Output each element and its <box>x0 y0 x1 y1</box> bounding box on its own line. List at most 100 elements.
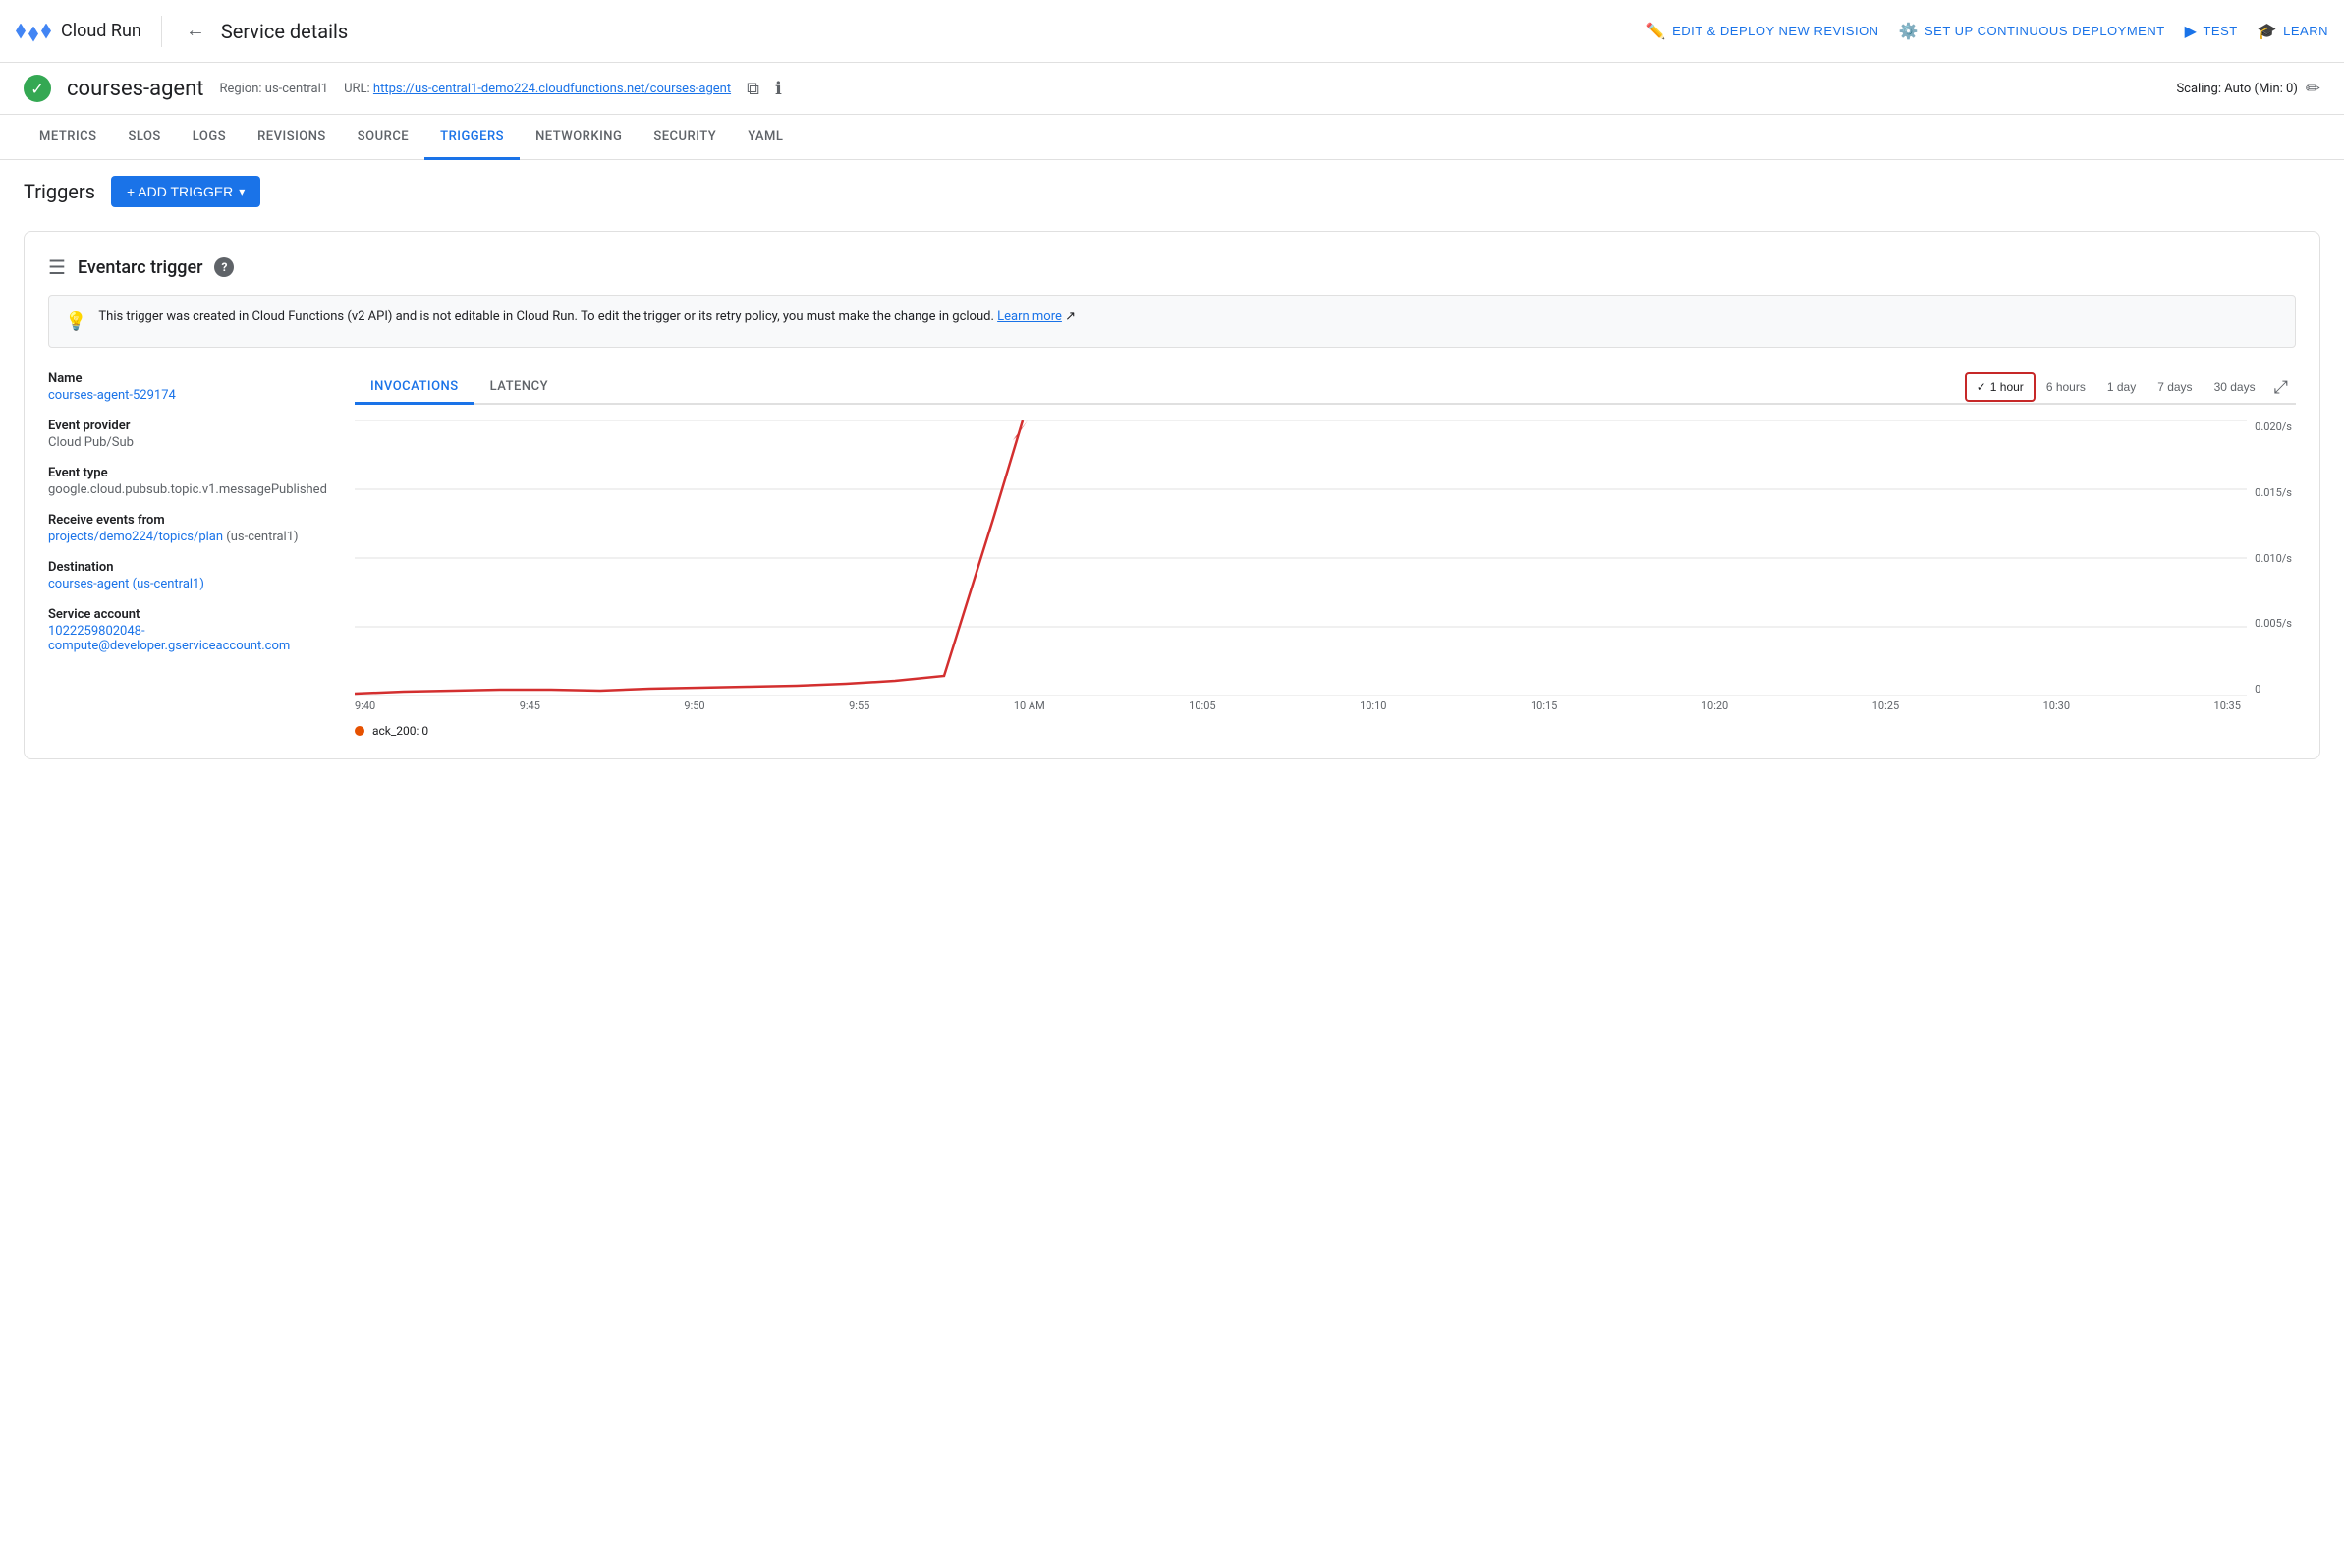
tab-logs[interactable]: LOGS <box>177 115 242 160</box>
edit-scaling-button[interactable]: ✏ <box>2306 79 2320 99</box>
time-range-6hours[interactable]: 6 hours <box>2036 373 2096 401</box>
add-trigger-label: + ADD TRIGGER <box>127 184 233 199</box>
y-label-2: 0.010/s <box>2255 552 2292 565</box>
bulb-icon: 💡 <box>65 308 86 335</box>
name-label: Name <box>48 371 323 386</box>
detail-name: Name courses-agent-529174 <box>48 371 323 403</box>
service-url-link[interactable]: https://us-central1-demo224.cloudfunctio… <box>373 82 731 96</box>
logo-area: Cloud Run <box>16 21 141 41</box>
y-axis-labels: 0.020/s 0.015/s 0.010/s 0.005/s 0 <box>2247 420 2296 696</box>
edit-deploy-label: EDIT & DEPLOY NEW REVISION <box>1672 24 1878 38</box>
test-label: TEST <box>2203 24 2237 38</box>
trigger-card-header: ☰ Eventarc trigger ? <box>48 255 2296 279</box>
info-banner: 💡 This trigger was created in Cloud Func… <box>48 295 2296 348</box>
event-type-label: Event type <box>48 466 323 480</box>
chart-tab-invocations[interactable]: INVOCATIONS <box>355 371 474 405</box>
url-label: URL: https://us-central1-demo224.cloudfu… <box>344 82 731 96</box>
trigger-content: Name courses-agent-529174 Event provider… <box>48 371 2296 735</box>
y-label-0: 0.020/s <box>2255 420 2292 433</box>
help-icon[interactable]: ? <box>214 257 234 277</box>
chart-legend: ack_200: 0 <box>355 724 2296 738</box>
tab-yaml[interactable]: YAML <box>732 115 799 160</box>
gear-icon: ⚙️ <box>1899 22 1919 41</box>
event-type-value: google.cloud.pubsub.topic.v1.messagePubl… <box>48 482 323 497</box>
triggers-title: Triggers <box>24 180 95 203</box>
learn-label: LEARN <box>2283 24 2328 38</box>
chart-svg <box>355 420 2247 696</box>
nav-divider <box>161 16 162 47</box>
detail-destination: Destination courses-agent (us-central1) <box>48 560 323 591</box>
triggers-section: Triggers + ADD TRIGGER ▾ ☰ Eventarc trig… <box>0 160 2344 775</box>
chart-tab-latency[interactable]: LATENCY <box>474 371 564 405</box>
cloud-run-logo-icon <box>16 24 51 39</box>
tab-networking[interactable]: NETWORKING <box>520 115 638 160</box>
triggers-header: Triggers + ADD TRIGGER ▾ <box>24 176 2320 207</box>
detail-receive-events: Receive events from projects/demo224/top… <box>48 513 323 544</box>
tab-source[interactable]: SOURCE <box>342 115 424 160</box>
back-button[interactable]: ← <box>182 16 209 46</box>
expand-chart-button[interactable]: ⤢ <box>2266 373 2296 402</box>
tab-triggers[interactable]: TRIGGERS <box>424 115 520 160</box>
tab-security[interactable]: SECURITY <box>638 115 732 160</box>
time-range-30days[interactable]: 30 days <box>2204 373 2266 401</box>
legend-dot <box>355 726 364 736</box>
menu-list-icon: ☰ <box>48 255 66 279</box>
receive-events-link[interactable]: projects/demo224/topics/plan <box>48 530 223 544</box>
copy-url-button[interactable]: ⧉ <box>747 79 759 99</box>
service-meta: Region: us-central1 URL: https://us-cent… <box>219 79 781 99</box>
service-account-value: 1022259802048-compute@developer.gservice… <box>48 624 323 653</box>
tab-slos[interactable]: SLOS <box>112 115 176 160</box>
x-label-8: 10:20 <box>1702 700 1728 712</box>
x-label-5: 10:05 <box>1189 700 1215 712</box>
add-trigger-button[interactable]: + ADD TRIGGER ▾ <box>111 176 260 207</box>
edit-deploy-button[interactable]: ✏️ EDIT & DEPLOY NEW REVISION <box>1646 22 1879 41</box>
service-account-link[interactable]: 1022259802048-compute@developer.gservice… <box>48 624 290 653</box>
tab-revisions[interactable]: REVISIONS <box>242 115 342 160</box>
destination-label: Destination <box>48 560 323 575</box>
receive-events-region: (us-central1) <box>226 530 298 544</box>
service-header: ✓ courses-agent Region: us-central1 URL:… <box>0 63 2344 115</box>
eventarc-trigger-card: ☰ Eventarc trigger ? 💡 This trigger was … <box>24 231 2320 759</box>
tab-metrics[interactable]: METRICS <box>24 115 112 160</box>
destination-link[interactable]: courses-agent (us-central1) <box>48 577 204 591</box>
x-label-2: 9:50 <box>684 700 704 712</box>
x-label-9: 10:25 <box>1872 700 1899 712</box>
time-range-controls: ✓ 1 hour 6 hours 1 day 7 days 30 days ⤢ <box>1965 372 2296 402</box>
x-axis-labels: 9:40 9:45 9:50 9:55 10 AM 10:05 10:10 10… <box>355 700 2296 712</box>
x-label-11: 10:35 <box>2214 700 2241 712</box>
name-link[interactable]: courses-agent-529174 <box>48 388 176 403</box>
x-label-3: 9:55 <box>849 700 869 712</box>
destination-value: courses-agent (us-central1) <box>48 577 323 591</box>
test-button[interactable]: ▶ TEST <box>2185 22 2238 41</box>
name-value: courses-agent-529174 <box>48 388 323 403</box>
info-button[interactable]: ℹ <box>775 79 782 99</box>
continuous-deploy-label: SET UP CONTINUOUS DEPLOYMENT <box>1925 24 2165 38</box>
detail-event-provider: Event provider Cloud Pub/Sub <box>48 419 323 450</box>
check-icon: ✓ <box>1977 380 1986 394</box>
event-provider-value: Cloud Pub/Sub <box>48 435 323 450</box>
x-label-7: 10:15 <box>1531 700 1557 712</box>
chart-area: INVOCATIONS LATENCY ✓ 1 hour 6 hours 1 d… <box>355 371 2296 735</box>
y-label-1: 0.015/s <box>2255 486 2292 499</box>
edit-icon: ✏️ <box>1646 22 1666 41</box>
learn-icon: 🎓 <box>2258 22 2277 41</box>
time-range-7days[interactable]: 7 days <box>2147 373 2203 401</box>
scaling-info: Scaling: Auto (Min: 0) ✏ <box>2176 79 2320 99</box>
time-range-1day[interactable]: 1 day <box>2096 373 2147 401</box>
detail-service-account: Service account 1022259802048-compute@de… <box>48 607 323 653</box>
x-label-1: 9:45 <box>520 700 540 712</box>
x-label-6: 10:10 <box>1360 700 1386 712</box>
service-account-label: Service account <box>48 607 323 622</box>
continuous-deploy-button[interactable]: ⚙️ SET UP CONTINUOUS DEPLOYMENT <box>1899 22 2165 41</box>
trigger-card-title: Eventarc trigger <box>78 257 203 278</box>
time-range-1hour[interactable]: ✓ 1 hour <box>1965 372 2036 402</box>
app-name: Cloud Run <box>61 21 141 41</box>
page-title: Service details <box>221 20 348 43</box>
learn-button[interactable]: 🎓 LEARN <box>2258 22 2328 41</box>
detail-event-type: Event type google.cloud.pubsub.topic.v1.… <box>48 466 323 497</box>
trigger-details: Name courses-agent-529174 Event provider… <box>48 371 323 735</box>
chart-container: 0.020/s 0.015/s 0.010/s 0.005/s 0 9:40 9… <box>355 420 2296 735</box>
learn-more-link[interactable]: Learn more <box>997 309 1062 324</box>
tabs-bar: METRICS SLOS LOGS REVISIONS SOURCE TRIGG… <box>0 115 2344 160</box>
scaling-text: Scaling: Auto (Min: 0) <box>2176 82 2297 96</box>
